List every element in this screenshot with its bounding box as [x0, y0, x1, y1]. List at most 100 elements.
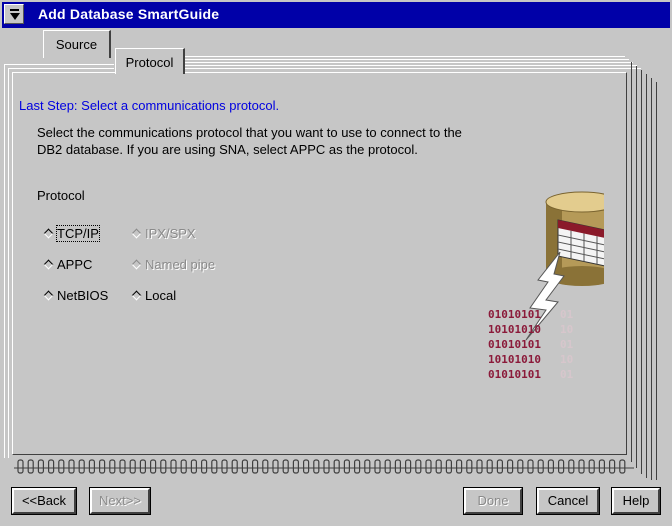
radio-diamond-icon	[131, 259, 142, 270]
binding-ring	[496, 459, 503, 474]
binding-ring	[292, 459, 299, 474]
binding-ring	[88, 459, 96, 474]
binding-ring	[17, 459, 24, 474]
binding-ring	[507, 459, 514, 474]
title-bar: Add Database SmartGuide	[0, 0, 672, 28]
notebook-binding	[14, 459, 634, 474]
binding-ring	[557, 459, 565, 474]
radio-local[interactable]: Local	[131, 288, 177, 303]
binding-ring	[282, 459, 289, 474]
binary-row: 10101010	[488, 353, 541, 366]
tab-source-label: Source	[55, 37, 98, 52]
radio-diamond-icon	[131, 290, 142, 301]
binding-ring	[58, 459, 65, 474]
binding-ring	[527, 459, 534, 474]
protocol-group-label: Protocol	[37, 188, 85, 203]
binding-ring	[98, 459, 106, 474]
binary-fade: 10	[560, 353, 573, 366]
binding-ring	[384, 459, 391, 474]
binding-ring	[252, 459, 259, 474]
radio-tcpip[interactable]: TCP/IP	[43, 225, 100, 242]
radio-tcpip-label: TCP/IP	[56, 225, 100, 242]
binding-ring	[262, 459, 269, 474]
tab-protocol[interactable]: Protocol	[115, 48, 185, 74]
radio-diamond-icon	[43, 228, 54, 239]
binding-ring	[425, 459, 432, 474]
binding-ring	[568, 459, 575, 474]
binding-ring	[343, 459, 350, 474]
binding-ring	[241, 459, 248, 474]
binding-ring	[394, 459, 401, 474]
binding-ring	[303, 459, 310, 474]
radio-local-label: Local	[145, 288, 177, 303]
binding-ring	[435, 459, 442, 474]
binding-ring	[333, 459, 340, 474]
radio-ipxspx[interactable]: IPX/SPX	[131, 226, 196, 241]
radio-appc[interactable]: APPC	[43, 257, 93, 272]
binding-ring	[47, 459, 55, 474]
binding-ring	[150, 459, 157, 474]
binding-ring	[466, 459, 473, 474]
binding-ring	[608, 459, 616, 474]
radio-netbios[interactable]: NetBIOS	[43, 288, 108, 303]
binding-ring	[170, 459, 177, 474]
binding-ring	[221, 459, 228, 474]
radio-diamond-icon	[43, 290, 54, 301]
binding-ring	[537, 459, 544, 474]
binary-fade: 01	[560, 368, 574, 381]
binding-ring	[476, 459, 483, 474]
description-line-2: DB2 database. If you are using SNA, sele…	[37, 142, 418, 157]
binding-ring	[374, 459, 381, 474]
binding-ring	[190, 459, 197, 474]
binding-ring	[180, 459, 187, 474]
binary-fade: 01	[560, 308, 574, 321]
binary-row: 10101010	[488, 323, 541, 336]
radio-appc-label: APPC	[57, 257, 93, 272]
binary-row: 01010101	[488, 308, 541, 321]
binding-ring	[619, 459, 626, 474]
binding-ring	[78, 459, 85, 474]
binding-ring	[313, 459, 320, 474]
binding-ring	[578, 459, 585, 474]
page-description: Select the communications protocol that …	[37, 124, 507, 158]
help-button[interactable]: Help	[611, 487, 661, 515]
binding-ring	[323, 459, 330, 474]
cancel-button[interactable]: Cancel	[536, 487, 600, 515]
description-line-1: Select the communications protocol that …	[37, 125, 462, 140]
binding-ring	[598, 459, 606, 474]
back-button[interactable]: <<Back	[11, 487, 77, 515]
radio-named-pipe-label: Named pipe	[145, 257, 216, 272]
binding-ring	[415, 459, 422, 474]
binding-ring	[129, 459, 136, 474]
binding-ring	[201, 459, 208, 474]
radio-diamond-icon	[43, 259, 54, 270]
binding-ring	[456, 459, 463, 474]
binary-fade: 01	[560, 338, 574, 351]
binding-ring	[68, 459, 75, 474]
database-illustration: 01010101 10101010 01010101 10101010 01 01…	[488, 191, 604, 381]
radio-named-pipe[interactable]: Named pipe	[131, 257, 216, 272]
binding-ring	[211, 459, 218, 474]
binary-digits: 01010101 10101010 01010101 10101010 01 01…	[488, 308, 574, 381]
binding-ring	[272, 459, 279, 474]
binding-ring	[547, 459, 555, 474]
binding-ring	[405, 459, 412, 474]
binding-ring	[27, 459, 34, 474]
binding-ring	[160, 459, 167, 474]
binding-ring	[517, 459, 524, 474]
binary-row: 01010101	[488, 368, 541, 381]
step-title: Last Step: Select a communications proto…	[19, 98, 280, 113]
binding-ring	[354, 459, 361, 474]
radio-diamond-icon	[131, 228, 142, 239]
binary-fade: 10	[560, 323, 573, 336]
next-button[interactable]: Next>>	[89, 487, 151, 515]
tab-source[interactable]: Source	[43, 30, 111, 58]
binding-ring	[588, 459, 595, 474]
binding-ring	[37, 459, 44, 474]
system-menu-icon[interactable]	[4, 4, 24, 24]
binding-ring	[119, 459, 126, 474]
binding-ring	[109, 459, 116, 474]
binding-ring	[486, 459, 493, 474]
binding-ring	[139, 459, 147, 474]
done-button[interactable]: Done	[463, 487, 523, 515]
